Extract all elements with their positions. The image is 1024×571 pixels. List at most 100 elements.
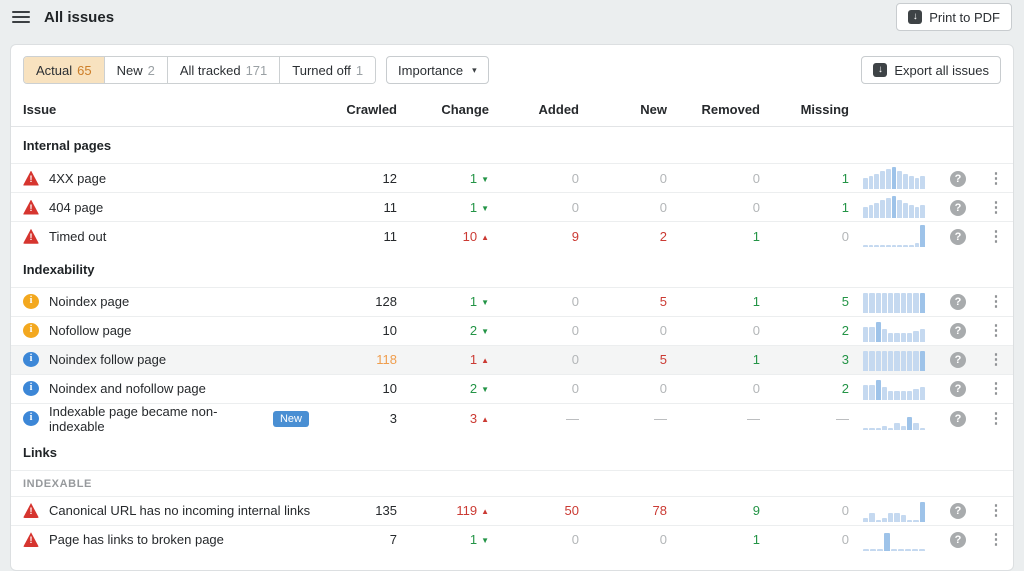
new-value: 78 [579, 496, 667, 525]
issue-name[interactable]: 4XX page [49, 171, 106, 186]
help-icon[interactable]: ? [950, 294, 966, 310]
column-header-added[interactable]: Added [489, 94, 579, 127]
column-header-crawled[interactable]: Crawled [327, 94, 397, 127]
more-menu-icon[interactable]: ⋮ [989, 410, 1004, 427]
history-sparkline[interactable] [863, 225, 925, 247]
change-value: 1▼ [397, 164, 489, 193]
filter-tab-turned-off[interactable]: Turned off1 [279, 57, 375, 83]
section-header-links: Links [11, 434, 1013, 471]
help-icon[interactable]: ? [950, 200, 966, 216]
added-value: 0 [489, 345, 579, 374]
new-value: — [579, 403, 667, 434]
print-to-pdf-label: Print to PDF [929, 10, 1000, 25]
warning-icon [23, 200, 39, 215]
new-value: 0 [579, 525, 667, 554]
issue-name[interactable]: Noindex page [49, 294, 129, 309]
history-sparkline[interactable] [863, 378, 925, 400]
crawled-value[interactable]: 7 [327, 525, 397, 554]
help-icon[interactable]: ? [950, 323, 966, 339]
more-menu-icon[interactable]: ⋮ [989, 170, 1004, 187]
history-sparkline[interactable] [863, 500, 925, 522]
crawled-value[interactable]: 118 [327, 345, 397, 374]
help-icon[interactable]: ? [950, 411, 966, 427]
more-menu-icon[interactable]: ⋮ [989, 531, 1004, 548]
filter-tab-actual[interactable]: Actual65 [24, 57, 104, 83]
pdf-download-icon: ↓ [908, 10, 922, 24]
new-value: 2 [579, 222, 667, 251]
column-header-change[interactable]: Change [397, 94, 489, 127]
added-value: 0 [489, 287, 579, 316]
filter-tab-new[interactable]: New2 [104, 57, 167, 83]
trend-down-icon: ▼ [481, 175, 489, 184]
filters-toolbar: Actual65New2All tracked171Turned off1 Im… [11, 45, 1013, 94]
print-to-pdf-button[interactable]: ↓ Print to PDF [896, 3, 1012, 31]
more-menu-icon[interactable]: ⋮ [989, 351, 1004, 368]
change-value: 1▼ [397, 525, 489, 554]
crawled-value[interactable]: 10 [327, 374, 397, 403]
missing-value: 2 [760, 374, 849, 403]
issue-row-page-has-links-to-broken-page: Page has links to broken page71▼0010?⋮ [11, 525, 1013, 554]
issue-row-canonical-url-has-no-incoming-internal-links: Canonical URL has no incoming internal l… [11, 496, 1013, 525]
issue-row-noindex-and-nofollow-page: Noindex and nofollow page102▼0002?⋮ [11, 374, 1013, 403]
crawled-value[interactable]: 11 [327, 193, 397, 222]
more-menu-icon[interactable]: ⋮ [989, 322, 1004, 339]
issue-row-indexable-page-became-non-indexable: Indexable page became non-indexableNew33… [11, 403, 1013, 434]
issue-name[interactable]: Noindex follow page [49, 352, 166, 367]
issue-name[interactable]: Canonical URL has no incoming internal l… [49, 503, 310, 518]
importance-dropdown[interactable]: Importance ▾ [386, 56, 489, 84]
more-menu-icon[interactable]: ⋮ [989, 502, 1004, 519]
issue-name[interactable]: Indexable page became non-indexable [49, 404, 263, 434]
issue-name[interactable]: Noindex and nofollow page [49, 381, 206, 396]
issue-name[interactable]: Nofollow page [49, 323, 131, 338]
missing-value: 0 [760, 525, 849, 554]
new-value: 0 [579, 164, 667, 193]
help-icon[interactable]: ? [950, 171, 966, 187]
issue-name[interactable]: 404 page [49, 200, 103, 215]
added-value: 0 [489, 525, 579, 554]
crawled-value[interactable]: 3 [327, 403, 397, 434]
trend-down-icon: ▼ [481, 298, 489, 307]
removed-value: 0 [667, 316, 760, 345]
crawled-value[interactable]: 12 [327, 164, 397, 193]
export-all-issues-button[interactable]: ↓ Export all issues [861, 56, 1001, 84]
menu-icon[interactable] [12, 11, 30, 23]
importance-label: Importance [398, 63, 463, 78]
filter-tab-all-tracked[interactable]: All tracked171 [167, 57, 279, 83]
history-sparkline[interactable] [863, 408, 925, 430]
warning-icon [23, 229, 39, 244]
column-header-new[interactable]: New [579, 94, 667, 127]
history-sparkline[interactable] [863, 196, 925, 218]
help-icon[interactable]: ? [950, 229, 966, 245]
column-header-removed[interactable]: Removed [667, 94, 760, 127]
history-sparkline[interactable] [863, 529, 925, 551]
crawled-value[interactable]: 10 [327, 316, 397, 345]
more-menu-icon[interactable]: ⋮ [989, 293, 1004, 310]
history-sparkline[interactable] [863, 291, 925, 313]
removed-value: 9 [667, 496, 760, 525]
removed-value: 1 [667, 525, 760, 554]
history-sparkline[interactable] [863, 349, 925, 371]
crawled-value[interactable]: 128 [327, 287, 397, 316]
help-icon[interactable]: ? [950, 503, 966, 519]
history-sparkline[interactable] [863, 320, 925, 342]
added-value: 50 [489, 496, 579, 525]
crawled-value[interactable]: 11 [327, 222, 397, 251]
info-icon-blue [23, 411, 39, 426]
page-title: All issues [44, 9, 114, 26]
help-icon[interactable]: ? [950, 532, 966, 548]
filter-tabs: Actual65New2All tracked171Turned off1 [23, 56, 376, 84]
more-menu-icon[interactable]: ⋮ [989, 380, 1004, 397]
column-header-missing[interactable]: Missing [760, 94, 849, 127]
column-header-issue[interactable]: Issue [11, 94, 327, 127]
new-badge: New [273, 411, 309, 427]
help-icon[interactable]: ? [950, 381, 966, 397]
added-value: 0 [489, 164, 579, 193]
issue-name[interactable]: Timed out [49, 229, 106, 244]
more-menu-icon[interactable]: ⋮ [989, 228, 1004, 245]
more-menu-icon[interactable]: ⋮ [989, 199, 1004, 216]
help-icon[interactable]: ? [950, 352, 966, 368]
missing-value: 2 [760, 316, 849, 345]
history-sparkline[interactable] [863, 167, 925, 189]
crawled-value[interactable]: 135 [327, 496, 397, 525]
issue-name[interactable]: Page has links to broken page [49, 532, 224, 547]
